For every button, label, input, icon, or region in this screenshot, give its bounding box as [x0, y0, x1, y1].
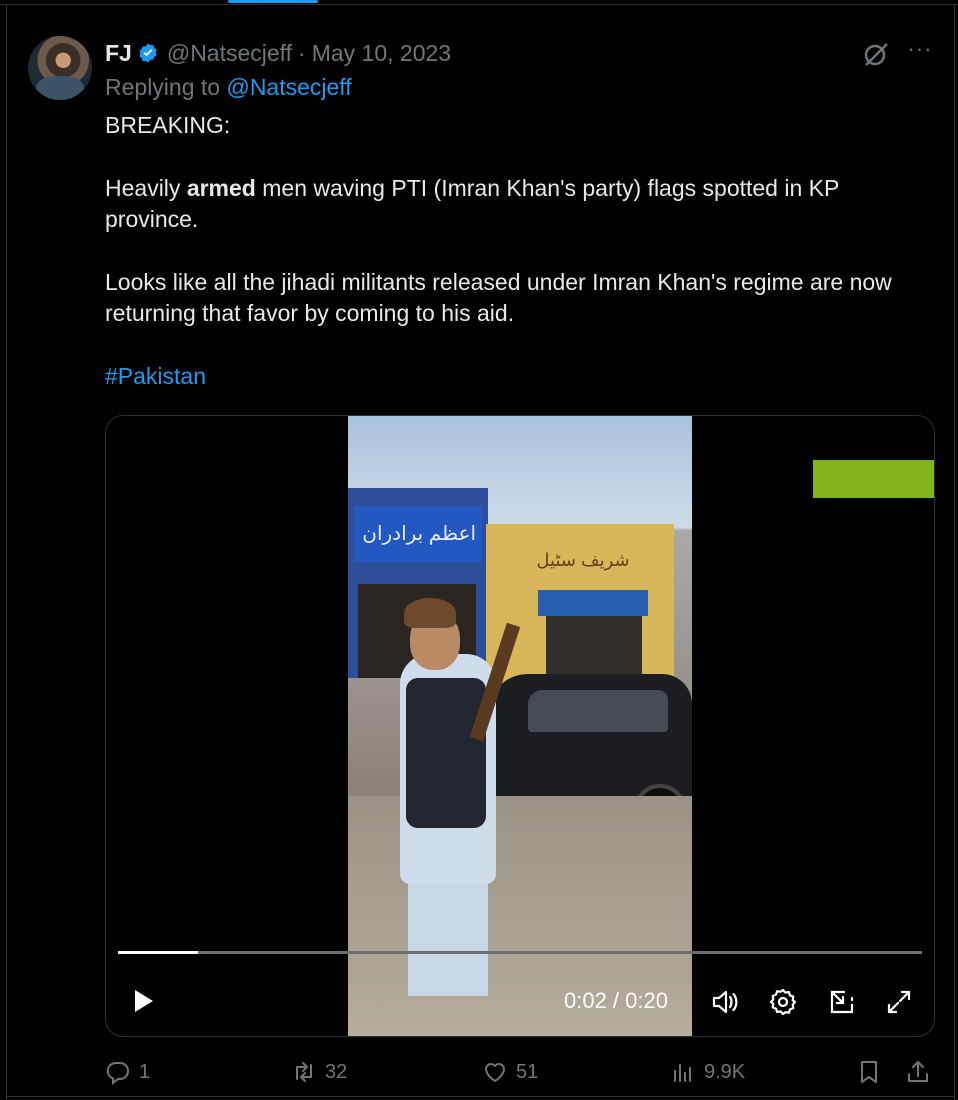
tweet-text: BREAKING: Heavily armed men waving PTI (…	[105, 110, 925, 392]
video-sign-left: اعظم برادران	[354, 506, 482, 562]
share-icon	[908, 1061, 928, 1082]
tweet-actions: 1 32 51 9.9K	[105, 1055, 935, 1089]
repost-count: 32	[325, 1060, 348, 1083]
share-button[interactable]	[905, 1055, 939, 1089]
video-overlay-green-bar	[813, 460, 934, 498]
bookmark-button[interactable]	[856, 1055, 890, 1089]
reply-count: 1	[139, 1060, 151, 1083]
text-p1-bold: armed	[186, 175, 256, 201]
left-border	[6, 4, 7, 1100]
views-button[interactable]: 9.9K	[670, 1055, 745, 1089]
like-button[interactable]: 51	[482, 1055, 538, 1089]
video-man-vest	[406, 678, 486, 828]
settings-icon[interactable]	[767, 986, 799, 1018]
separator-dot: ·	[298, 39, 306, 66]
repost-icon	[296, 1062, 312, 1082]
play-icon[interactable]	[128, 986, 158, 1016]
grok-icon[interactable]	[862, 40, 890, 68]
pip-icon[interactable]	[826, 986, 858, 1018]
author-handle[interactable]: @Natsecjeff	[167, 40, 292, 67]
right-border	[954, 4, 955, 1100]
text-line-breaking: BREAKING:	[105, 112, 231, 138]
replying-prefix: Replying to	[105, 74, 227, 100]
top-bar	[0, 0, 958, 5]
text-paragraph-1: Heavily armed men waving PTI (Imran Khan…	[105, 173, 925, 235]
like-icon	[485, 1063, 505, 1082]
hashtag-link[interactable]: #Pakistan	[105, 361, 925, 392]
fullscreen-icon[interactable]	[883, 986, 915, 1018]
replying-to: Replying to @Natsecjeff	[105, 74, 352, 101]
video-awning	[538, 590, 648, 616]
reply-button[interactable]: 1	[105, 1055, 150, 1089]
volume-icon[interactable]	[709, 986, 741, 1018]
video-man-hat	[404, 598, 456, 628]
reply-icon	[106, 1061, 129, 1085]
views-icon	[674, 1064, 691, 1082]
author-name[interactable]: FJ	[105, 40, 132, 67]
video-man-legs	[408, 876, 488, 996]
tweet-header: FJ @Natsecjeff · May 10, 2023	[105, 38, 451, 68]
video-building-tan: شریف سٹیل	[486, 524, 674, 694]
video-frame[interactable]: اعظم برادران شریف سٹیل	[348, 416, 692, 1036]
video-progress-fill	[118, 951, 199, 954]
views-count: 9.9K	[704, 1060, 746, 1083]
text-p1-pre: Heavily	[105, 175, 187, 201]
more-icon[interactable]: ···	[905, 38, 935, 66]
tab-indicator	[228, 0, 318, 3]
repost-button[interactable]: 32	[291, 1055, 347, 1089]
video-car-window	[528, 690, 668, 732]
video-sign-right: شریف سٹیل	[536, 550, 630, 570]
video-progress-bar[interactable]	[118, 951, 922, 954]
replying-handle-link[interactable]: @Natsecjeff	[226, 74, 351, 100]
verified-badge-icon	[137, 42, 159, 64]
bookmark-icon	[861, 1061, 877, 1083]
video-player[interactable]: اعظم برادران شریف سٹیل 0:02 / 0:20	[105, 415, 935, 1037]
tweet-date[interactable]: May 10, 2023	[312, 40, 451, 67]
like-count: 51	[516, 1060, 539, 1083]
avatar[interactable]	[28, 36, 92, 100]
video-time-display: 0:02 / 0:20	[564, 988, 668, 1013]
avatar-shirt	[36, 76, 84, 100]
bottom-border	[6, 1096, 954, 1097]
text-paragraph-2: Looks like all the jihadi militants rele…	[105, 269, 892, 326]
